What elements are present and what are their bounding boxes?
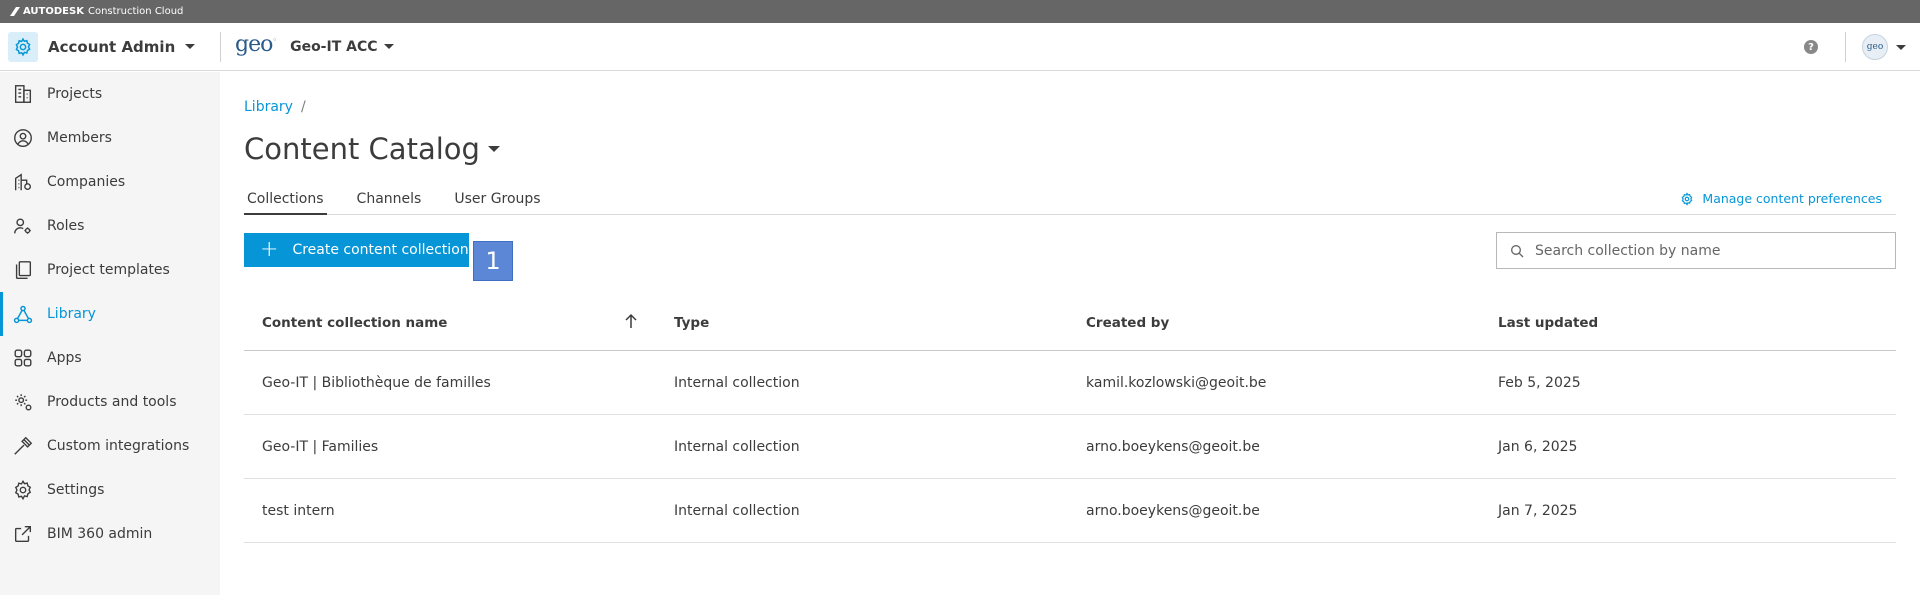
sidebar-item-apps[interactable]: Apps — [0, 336, 220, 380]
geo-logo-text: geo — [235, 32, 273, 57]
breadcrumb-library-link[interactable]: Library — [244, 99, 293, 115]
cell-name[interactable]: Geo-IT | Families — [244, 439, 656, 455]
gear-icon — [1682, 191, 1693, 206]
autodesk-logo-icon — [10, 7, 20, 16]
plus-icon: + — [260, 237, 279, 262]
geo-logo: geo◦ — [235, 32, 277, 57]
create-content-collection-button[interactable]: + Create content collection — [244, 233, 469, 267]
table-row[interactable]: Geo-IT | Bibliothèque de familles Intern… — [244, 351, 1896, 415]
sidebar-item-label: Members — [47, 130, 112, 146]
collections-table: Content collection name Type Created by … — [244, 296, 1896, 543]
search-input[interactable] — [1535, 242, 1875, 259]
tab-collections[interactable]: Collections — [244, 185, 327, 215]
cell-created-by: arno.boeykens@geoit.be — [1086, 438, 1260, 455]
sidebar-item-custom-integrations[interactable]: Custom integrations — [0, 424, 220, 468]
sidebar-item-projects[interactable]: Projects — [0, 72, 220, 116]
hammer-icon — [14, 436, 33, 455]
external-link-icon — [14, 525, 32, 543]
autodesk-logo: AUTODESK — [10, 6, 84, 17]
sidebar: Projects Members Companies Roles Project… — [0, 72, 220, 595]
sidebar-item-label: Project templates — [47, 262, 170, 278]
chevron-down-icon — [383, 44, 394, 49]
cell-created-by: kamil.kozlowski@geoit.be — [1086, 374, 1267, 391]
sidebar-item-label: Roles — [47, 218, 85, 234]
project-switcher[interactable]: Geo-IT ACC — [290, 38, 394, 55]
tab-channels[interactable]: Channels — [354, 185, 425, 215]
templates-icon — [15, 261, 32, 279]
manage-content-preferences-label: Manage content preferences — [1702, 191, 1882, 206]
manage-content-preferences-link[interactable]: Manage content preferences — [1680, 191, 1882, 206]
column-header-name[interactable]: Content collection name — [244, 313, 656, 331]
breadcrumb: Library / — [244, 99, 306, 115]
help-icon[interactable]: ? — [1804, 40, 1818, 54]
cell-last-updated: Jan 7, 2025 — [1498, 502, 1578, 519]
brand-name-rest: Construction Cloud — [87, 6, 184, 17]
column-header-last-updated[interactable]: Last updated — [1480, 315, 1892, 331]
chevron-down-icon — [487, 146, 500, 152]
sidebar-item-label: Companies — [47, 174, 126, 190]
column-header-type[interactable]: Type — [656, 315, 1068, 331]
building-icon — [14, 85, 32, 103]
table-row[interactable]: test intern Internal collection arno.boe… — [244, 479, 1896, 543]
cell-last-updated: Feb 5, 2025 — [1498, 374, 1581, 391]
cell-type: Internal collection — [674, 374, 800, 391]
sidebar-item-label: Custom integrations — [47, 438, 190, 454]
project-label: Geo-IT ACC — [290, 38, 378, 55]
table-header: Content collection name Type Created by … — [244, 296, 1896, 351]
chevron-down-icon — [185, 44, 196, 49]
cell-created-by: arno.boeykens@geoit.be — [1086, 502, 1260, 519]
cell-type: Internal collection — [674, 438, 800, 455]
sidebar-item-label: Products and tools — [47, 394, 177, 410]
autodesk-brand-bar: AUTODESK Construction Cloud — [0, 0, 1920, 23]
account-gear-icon — [8, 31, 38, 62]
column-header-label: Content collection name — [262, 315, 448, 331]
sidebar-item-label: Settings — [47, 482, 105, 498]
top-header: Account Admin geo◦ Geo-IT ACC ? geo — [0, 23, 1920, 71]
sidebar-item-members[interactable]: Members — [0, 116, 220, 160]
sidebar-item-settings[interactable]: Settings — [0, 468, 220, 512]
sidebar-item-roles[interactable]: Roles — [0, 204, 220, 248]
account-switcher[interactable]: Account Admin — [0, 23, 220, 70]
header-divider — [1845, 32, 1846, 62]
user-menu-chevron-icon[interactable] — [1896, 44, 1906, 50]
sidebar-item-project-templates[interactable]: Project templates — [0, 248, 220, 292]
tab-bar: Collections Channels User Groups Manage … — [244, 185, 1896, 215]
sort-ascending-icon[interactable] — [624, 313, 638, 329]
cell-type: Internal collection — [674, 502, 800, 519]
header-right: ? geo — [1804, 23, 1920, 71]
page-title-text: Content Catalog — [244, 132, 480, 166]
avatar[interactable]: geo — [1862, 34, 1888, 60]
brand-name-bold: AUTODESK — [23, 6, 84, 17]
create-content-collection-label: Create content collection — [292, 242, 469, 258]
page-title[interactable]: Content Catalog — [244, 132, 500, 166]
sidebar-item-library[interactable]: Library — [0, 292, 220, 336]
user-circle-icon — [14, 129, 32, 147]
products-gear-icon — [15, 394, 32, 411]
apps-grid-icon — [14, 349, 32, 367]
cell-last-updated: Jan 6, 2025 — [1498, 438, 1578, 455]
tab-user-groups[interactable]: User Groups — [451, 185, 543, 215]
search-collection-box[interactable] — [1496, 232, 1896, 269]
sidebar-item-label: Library — [47, 306, 96, 322]
company-icon — [14, 173, 32, 191]
sidebar-item-label: Apps — [47, 350, 82, 366]
sidebar-item-label: Projects — [47, 86, 103, 102]
sidebar-item-bim-360-admin[interactable]: BIM 360 admin — [0, 512, 220, 556]
geo-logo-mark: ◦ — [272, 35, 277, 45]
cell-name[interactable]: test intern — [244, 503, 656, 519]
user-gear-icon — [14, 218, 31, 234]
search-icon — [1511, 244, 1524, 257]
header-divider — [220, 31, 221, 62]
library-icon — [13, 305, 33, 324]
sidebar-item-label: BIM 360 admin — [47, 526, 153, 542]
account-label: Account Admin — [48, 37, 176, 56]
sidebar-item-products-and-tools[interactable]: Products and tools — [0, 380, 220, 424]
sidebar-item-companies[interactable]: Companies — [0, 160, 220, 204]
cell-name[interactable]: Geo-IT | Bibliothèque de familles — [244, 375, 656, 391]
breadcrumb-separator: / — [300, 99, 306, 115]
gear-icon — [14, 479, 32, 501]
table-row[interactable]: Geo-IT | Families Internal collection ar… — [244, 415, 1896, 479]
column-header-created-by[interactable]: Created by — [1068, 315, 1480, 331]
step-number-badge: 1 — [473, 241, 513, 281]
